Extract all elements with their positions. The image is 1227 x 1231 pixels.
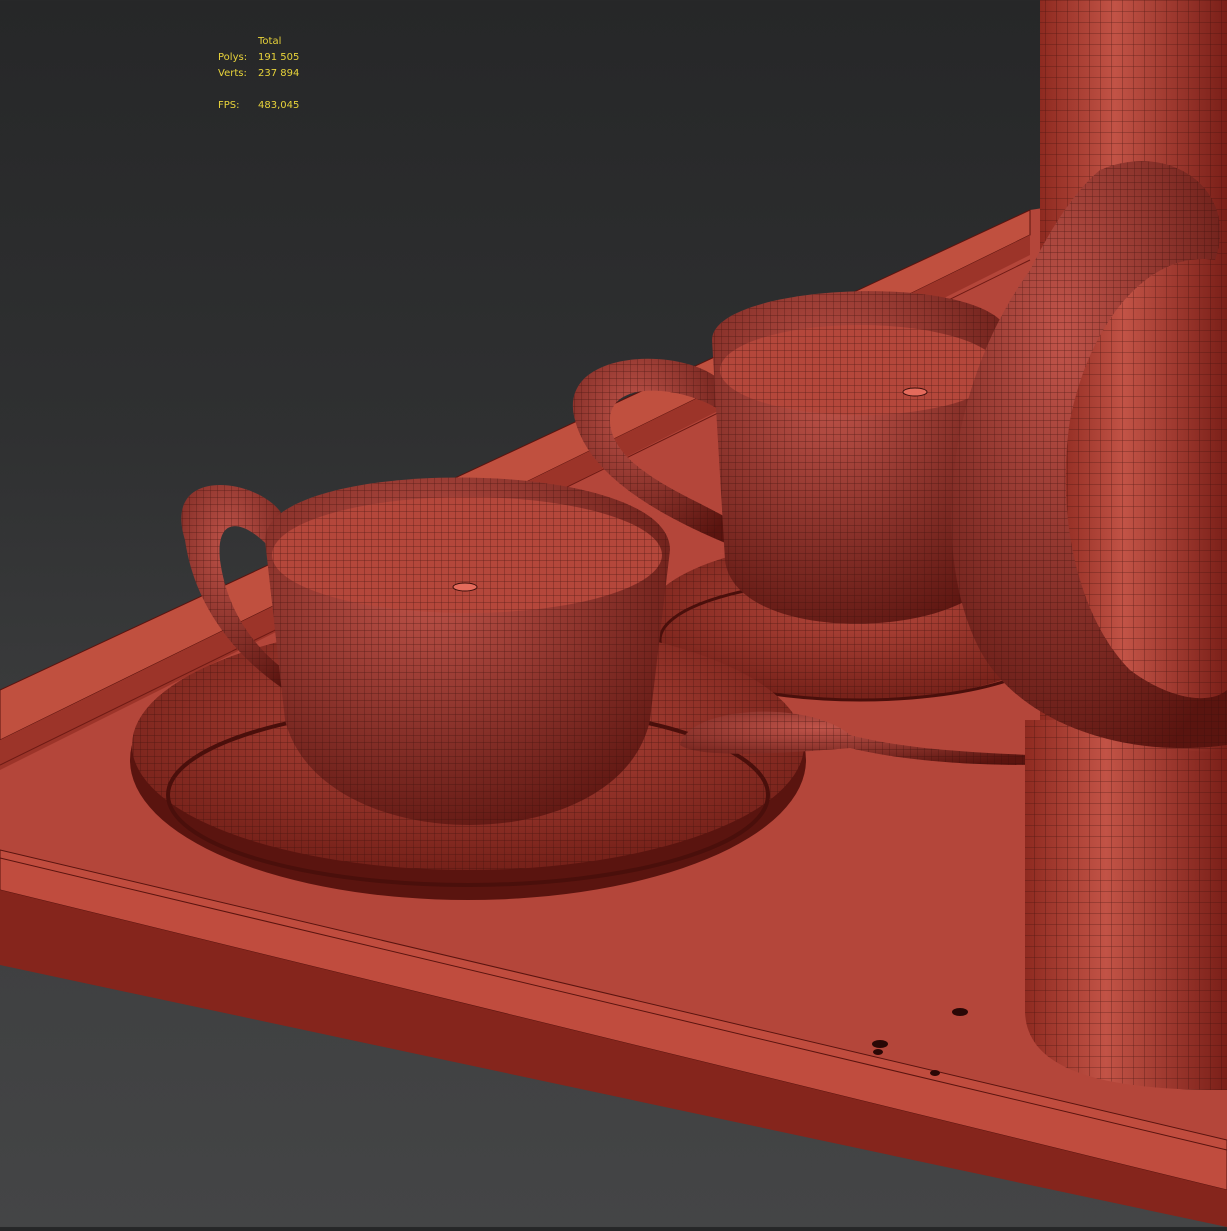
verts-label: Verts:: [218, 68, 247, 79]
fps-value: 483,045: [258, 100, 300, 111]
polys-label: Polys:: [218, 52, 248, 63]
3d-viewport[interactable]: Total Polys: 191 505 Verts: 237 894 FPS:…: [0, 0, 1227, 1227]
polys-value: 191 505: [258, 52, 300, 63]
verts-value: 237 894: [258, 68, 300, 79]
fps-label: FPS:: [218, 100, 240, 111]
stats-spacer: [218, 34, 258, 50]
viewport-statistics: Total Polys: 191 505 Verts: 237 894 FPS:…: [218, 34, 299, 114]
stats-header: Total: [258, 36, 282, 47]
